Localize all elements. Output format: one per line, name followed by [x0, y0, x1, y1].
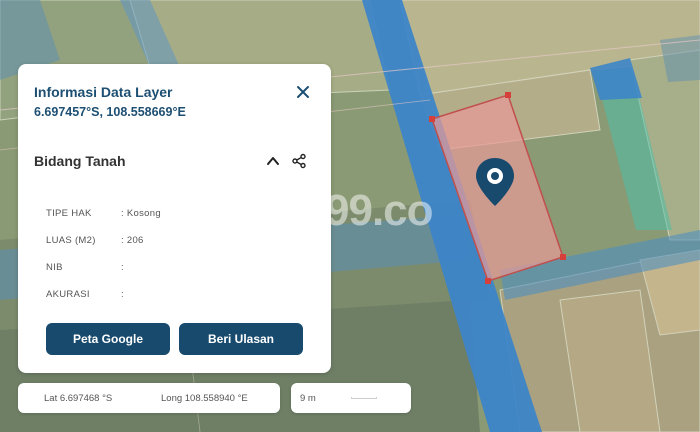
row-key: TIPE HAK	[46, 208, 92, 219]
scale-bar: 9 m	[291, 383, 411, 413]
row-value: :	[121, 262, 124, 273]
chevron-up-icon[interactable]	[266, 154, 280, 168]
panel-coordinates: 6.697457°S, 108.558669°E	[34, 105, 186, 119]
review-button[interactable]: Beri Ulasan	[179, 323, 303, 355]
row-akurasi: AKURASI:	[46, 289, 124, 300]
section-title: Bidang Tanah	[34, 153, 126, 169]
panel-title: Informasi Data Layer	[34, 84, 173, 100]
coordinate-readout: Lat 6.697468 °S Long 108.558940 °E	[18, 383, 280, 413]
row-value: : Kosong	[121, 208, 161, 219]
row-value: : 206	[121, 235, 144, 246]
info-panel: Informasi Data Layer 6.697457°S, 108.558…	[18, 64, 331, 373]
row-value: :	[121, 289, 124, 300]
scale-label: 9 m	[300, 393, 316, 404]
row-tipe-hak: TIPE HAK : Kosong	[46, 208, 161, 219]
row-key: LUAS (M2)	[46, 235, 96, 246]
location-pin-icon[interactable]	[474, 156, 516, 208]
google-maps-button[interactable]: Peta Google	[46, 323, 170, 355]
scale-line	[351, 397, 377, 399]
row-key: NIB	[46, 262, 63, 273]
share-icon[interactable]	[291, 153, 307, 169]
row-luas: LUAS (M2) : 206	[46, 235, 144, 246]
row-nib: NIB:	[46, 262, 124, 273]
row-key: AKURASI	[46, 289, 90, 300]
latitude-readout: Lat 6.697468 °S	[44, 393, 113, 404]
close-icon[interactable]	[295, 84, 311, 100]
longitude-readout: Long 108.558940 °E	[161, 393, 248, 404]
watermark: 99.co	[325, 186, 434, 235]
